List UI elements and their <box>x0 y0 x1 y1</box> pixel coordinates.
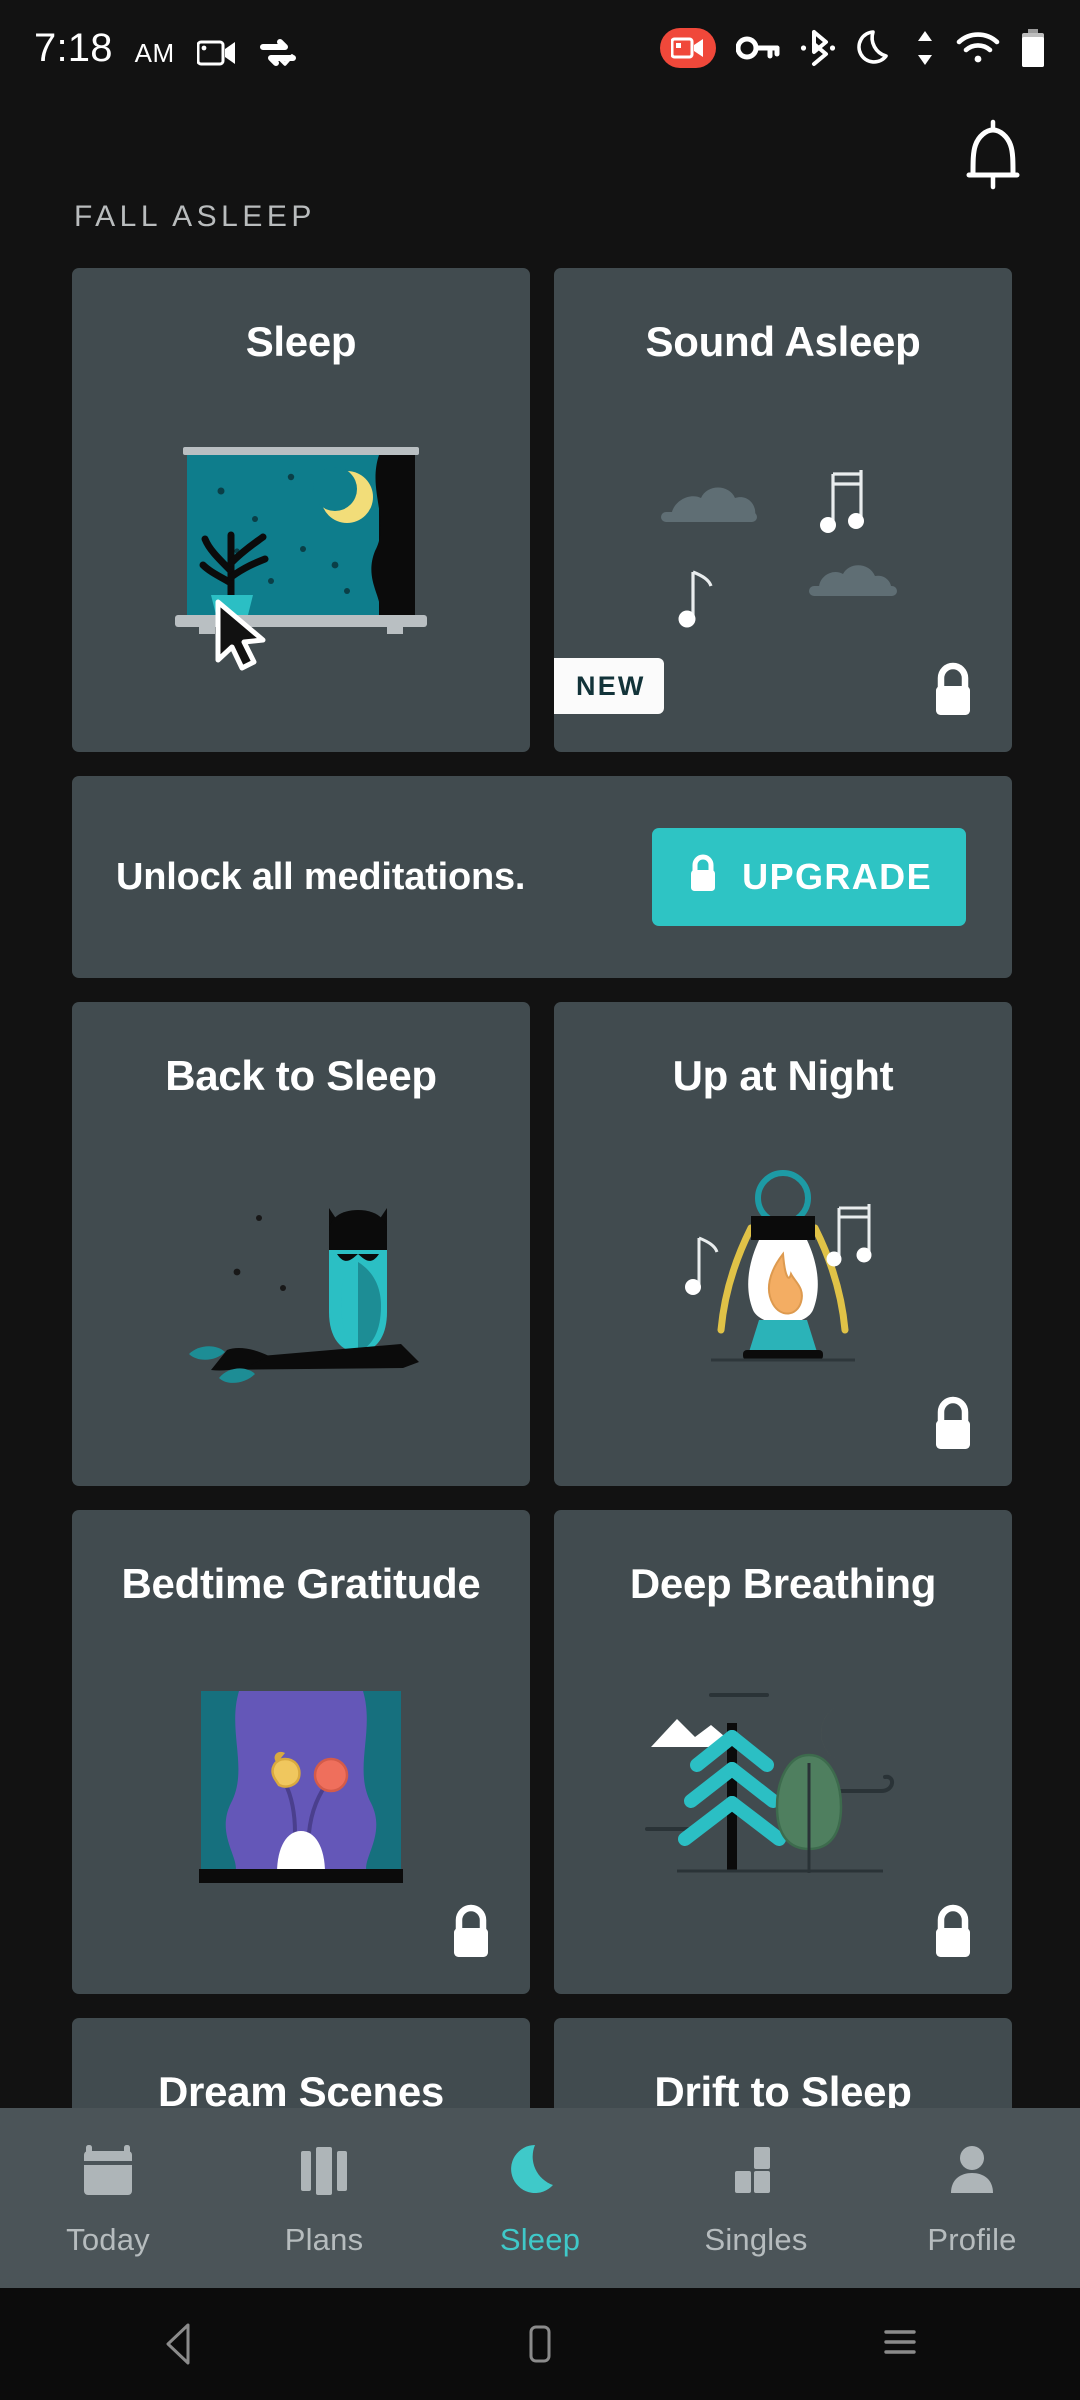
card-title: Bedtime Gratitude <box>121 1560 481 1607</box>
do-not-disturb-moon-icon <box>856 28 894 68</box>
banner-text: Unlock all meditations. <box>116 855 526 898</box>
nav-item-profile[interactable]: Profile <box>872 2139 1072 2258</box>
card-deep-breathing[interactable]: Deep Breathing <box>554 1510 1012 1994</box>
status-bar-right <box>660 28 1046 68</box>
card-title: Back to Sleep <box>165 1052 437 1099</box>
status-clock: 7:18 <box>34 26 113 70</box>
recents-lines-icon[interactable] <box>830 2288 970 2400</box>
trees-moon-mountain-illustration <box>554 1638 1012 1938</box>
bottom-navigation: Today Plans Sleep Singles Profile <box>0 2108 1080 2288</box>
card-sleep[interactable]: Sleep <box>72 268 530 752</box>
status-bar: 7:18 AM <box>0 0 1080 96</box>
nav-label: Sleep <box>499 2221 581 2257</box>
lock-icon <box>928 661 978 724</box>
card-sound-asleep[interactable]: Sound Asleep NEW <box>554 268 1012 752</box>
owl-branch-moon-illustration <box>72 1130 530 1430</box>
nav-item-today[interactable]: Today <box>8 2139 208 2258</box>
upgrade-button[interactable]: UPGRADE <box>652 828 966 926</box>
lock-icon <box>686 852 720 903</box>
card-title: Sleep <box>245 318 357 365</box>
card-up-at-night[interactable]: Up at Night <box>554 1002 1012 1486</box>
window-night-plant-illustration <box>72 396 530 696</box>
lock-icon <box>928 1395 978 1458</box>
bluetooth-icon <box>800 29 836 67</box>
card-title: Sound Asleep <box>645 318 921 365</box>
system-navigation-bar <box>0 2288 1080 2400</box>
vpn-swap-icon <box>259 38 297 68</box>
nav-label: Today <box>66 2221 150 2257</box>
card-title: Deep Breathing <box>629 1560 937 1607</box>
data-transfer-icon <box>914 29 936 67</box>
card-back-to-sleep[interactable]: Back to Sleep <box>72 1002 530 1486</box>
wifi-icon <box>956 31 1000 65</box>
lock-icon <box>928 1903 978 1966</box>
back-triangle-icon[interactable] <box>110 2288 250 2400</box>
nav-item-singles[interactable]: Singles <box>656 2139 856 2258</box>
home-square-icon[interactable] <box>470 2288 610 2400</box>
card-bedtime-gratitude[interactable]: Bedtime Gratitude <box>72 1510 530 1994</box>
calendar-icon <box>77 2139 139 2206</box>
upgrade-banner: Unlock all meditations. UPGRADE <box>72 776 1012 978</box>
nav-item-sleep[interactable]: Sleep <box>440 2139 640 2258</box>
screen-record-icon <box>660 28 716 68</box>
nav-item-plans[interactable]: Plans <box>224 2139 424 2258</box>
lantern-notes-illustration <box>554 1130 1012 1430</box>
nav-label: Singles <box>704 2221 808 2257</box>
meditation-grid: Sleep Sound Asleep NEW Unlock all medita… <box>72 268 1012 2400</box>
app-header <box>0 96 1080 216</box>
moon-icon <box>509 2139 571 2206</box>
person-icon <box>941 2139 1003 2206</box>
bell-icon[interactable] <box>950 114 1036 200</box>
grid-blocks-icon <box>725 2139 787 2206</box>
window-vase-flowers-illustration <box>72 1638 530 1938</box>
new-badge: NEW <box>554 658 664 714</box>
battery-icon <box>1020 28 1046 68</box>
status-bar-left: 7:18 AM <box>34 28 297 68</box>
section-title: FALL ASLEEP <box>74 200 316 233</box>
cards-icon <box>293 2139 355 2206</box>
card-title: Up at Night <box>672 1052 894 1099</box>
nav-label: Plans <box>284 2221 364 2257</box>
vpn-key-icon <box>736 35 780 61</box>
lock-icon <box>446 1903 496 1966</box>
nav-label: Profile <box>927 2221 1017 2257</box>
screen-cast-icon <box>196 38 237 68</box>
crescent-moon-clouds-notes-illustration <box>554 396 1012 696</box>
app-screen: 7:18 AM FALL ASLEEP Sleep Sound Asleep N… <box>0 0 1080 2400</box>
upgrade-button-label: UPGRADE <box>742 856 932 897</box>
status-clock-ampm: AM <box>134 38 175 68</box>
